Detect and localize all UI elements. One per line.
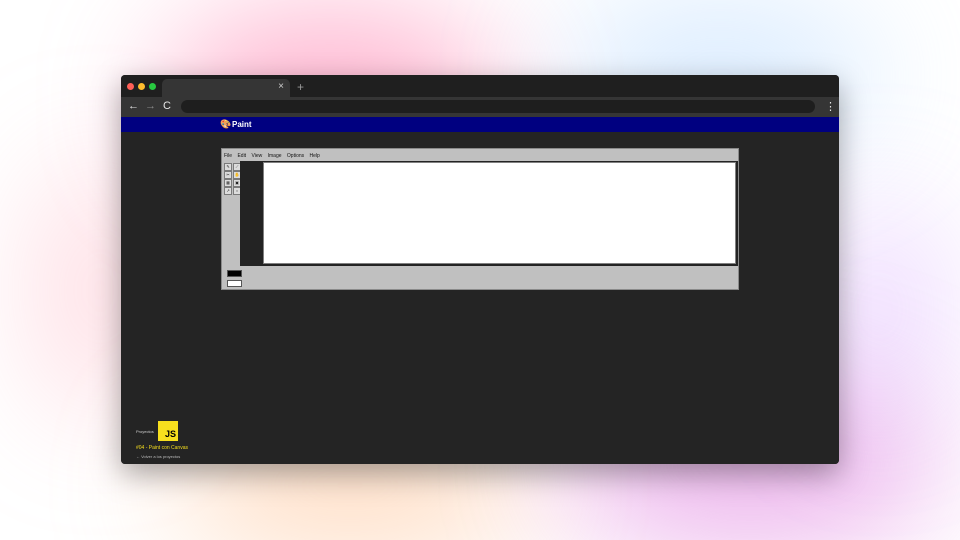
pencil-tool-icon[interactable]: ✎ xyxy=(224,163,232,171)
minimize-window-button[interactable] xyxy=(138,83,145,90)
menu-view[interactable]: View xyxy=(251,153,262,159)
reload-icon[interactable]: C xyxy=(163,100,171,112)
browser-toolbar: ← → C ⋮ xyxy=(121,97,839,117)
project-title: #04 - Paint con Canvas xyxy=(136,445,188,451)
forward-icon[interactable]: → xyxy=(145,100,156,112)
secondary-color-swatch[interactable] xyxy=(227,280,242,287)
fill-tool-icon[interactable]: ▦ xyxy=(224,179,232,187)
back-to-projects-link[interactable]: ← Volver a los proyectos xyxy=(136,454,180,459)
close-window-button[interactable] xyxy=(127,83,134,90)
menu-edit[interactable]: Edit xyxy=(237,153,246,159)
menu-options[interactable]: Options xyxy=(287,153,304,159)
palette-icon: 🎨 xyxy=(220,119,232,129)
menu-file[interactable]: File xyxy=(224,153,232,159)
tab-bar: × + xyxy=(121,75,839,97)
projects-label: Proyectos xyxy=(136,429,154,434)
arrow-tool-icon[interactable]: ↗ xyxy=(224,187,232,195)
browser-menu-icon[interactable]: ⋮ xyxy=(825,100,836,113)
address-bar[interactable] xyxy=(181,100,815,113)
menu-image[interactable]: Image xyxy=(268,153,282,159)
cut-tool-icon[interactable]: ✂ xyxy=(224,171,232,179)
primary-color-swatch[interactable] xyxy=(227,270,242,277)
js-logo-icon: JS xyxy=(158,421,178,441)
tab-close-icon[interactable]: × xyxy=(278,81,284,92)
back-icon[interactable]: ← xyxy=(128,100,139,112)
toolbox: ✎ ⟋ ✂ ✋ ▦ ▣ ↗ ○ xyxy=(224,163,241,197)
paint-window: File Edit View Image Options Help ✎ ⟋ ✂ … xyxy=(221,148,739,290)
menu-help[interactable]: Help xyxy=(310,153,320,159)
page-content: 🎨 Paint File Edit View Image Options Hel… xyxy=(121,117,839,464)
paint-menubar: File Edit View Image Options Help xyxy=(224,153,324,161)
maximize-window-button[interactable] xyxy=(149,83,156,90)
paint-header: 🎨 Paint xyxy=(121,117,839,132)
browser-tab[interactable]: × xyxy=(162,79,290,97)
drawing-canvas[interactable] xyxy=(263,162,736,264)
app-title: Paint xyxy=(232,120,252,129)
canvas-area xyxy=(240,161,738,266)
new-tab-button[interactable]: + xyxy=(297,80,304,94)
browser-window: × + ← → C ⋮ 🎨 Paint File Edit View Image… xyxy=(121,75,839,464)
